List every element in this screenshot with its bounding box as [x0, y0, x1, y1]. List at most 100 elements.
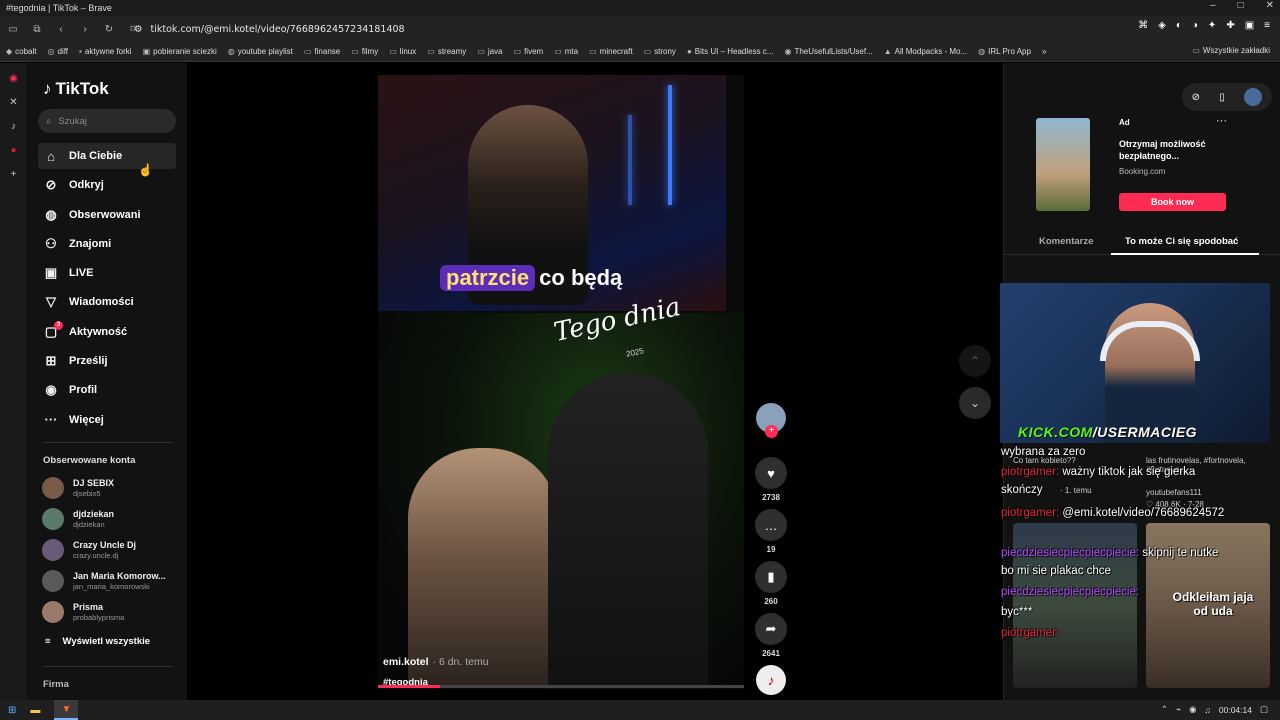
bookmark-item[interactable]: ◎ diff: [48, 47, 69, 56]
minimize-button[interactable]: –: [1210, 0, 1216, 11]
x-twitter-icon[interactable]: ✕: [9, 97, 17, 108]
like-button[interactable]: ♥: [755, 457, 787, 489]
notifications-icon[interactable]: ▢: [1260, 704, 1268, 715]
author-link[interactable]: emi.kotel: [383, 656, 429, 668]
nav-profile[interactable]: ◉ Profil: [38, 377, 176, 403]
folder-icon: ▭: [513, 47, 522, 56]
bookmark-item[interactable]: ▭ finanse: [304, 47, 340, 56]
video-player[interactable]: patrzcie co będą Tego dnia 2025 emi.kote…: [378, 75, 744, 689]
followed-account[interactable]: DJ SEBIX djsebix5: [42, 477, 114, 499]
bookmark-item[interactable]: ▭ mta: [554, 47, 578, 56]
followed-account[interactable]: Prisma probablyprisma: [42, 601, 124, 623]
bookmark-item[interactable]: ▣ pobieranie sciezki: [143, 47, 217, 56]
tiktok-logo[interactable]: ♪ TikTok: [43, 79, 109, 99]
nav-for-you[interactable]: ⌂ Dla Ciebie: [38, 143, 176, 169]
bookmark-item[interactable]: ▭ streamy: [427, 47, 466, 56]
ad-cta-button[interactable]: Book now: [1119, 193, 1226, 211]
file-explorer-icon[interactable]: ▬: [30, 705, 40, 716]
music-disc-avatar[interactable]: ♪: [756, 665, 786, 695]
translate-icon[interactable]: ⌘: [1138, 20, 1148, 31]
all-bookmarks[interactable]: ▭ Wszystkie zakładki: [1192, 46, 1270, 55]
brave-taskbar-icon[interactable]: ▼: [54, 700, 79, 720]
ad-title[interactable]: Otrzymaj możliwość bezpłatnego...: [1119, 138, 1229, 162]
address-bar[interactable]: ⚙ tiktok.com/@emi.kotel/video/7668962457…: [134, 19, 1074, 39]
tiktok-icon[interactable]: ♪: [11, 121, 16, 132]
windows-start-icon[interactable]: ⊞: [8, 705, 16, 716]
brave-rewards-icon[interactable]: ◉: [9, 73, 18, 84]
bookmark-item[interactable]: ▭ strony: [644, 47, 676, 56]
share-count: 2641: [762, 649, 780, 658]
nav-messages[interactable]: ▽ Wiadomości: [38, 289, 176, 315]
maximize-button[interactable]: □: [1238, 0, 1244, 11]
bookmark-item[interactable]: ◍ IRL Pro App: [978, 47, 1031, 56]
reload-icon[interactable]: ↻: [102, 24, 116, 35]
save-button[interactable]: ▮: [755, 561, 787, 593]
show-all-accounts[interactable]: ≡ Wyświetl wszystkie: [45, 636, 150, 647]
forward-icon[interactable]: ›: [78, 24, 92, 35]
extension-icon[interactable]: ◑: [1192, 20, 1198, 31]
suggested-video-user[interactable]: youtubefans111: [1146, 488, 1202, 497]
window-titlebar: #tegodnia | TikTok – Brave – □ ✕: [0, 0, 1280, 16]
wallet-icon[interactable]: ▣: [1245, 20, 1254, 31]
brave-shield-icon[interactable]: ◈: [1158, 20, 1166, 31]
add-panel-icon[interactable]: +: [11, 169, 17, 180]
ad-image[interactable]: [1036, 118, 1090, 211]
followed-account[interactable]: djdziekan djdziekan: [42, 508, 114, 530]
extension-icon[interactable]: ◐: [1176, 20, 1182, 31]
home-icon: ⌂: [47, 148, 55, 164]
volume-icon[interactable]: ♫: [1205, 705, 1211, 715]
bookmark-item[interactable]: ▭ filmy: [351, 47, 378, 56]
ad-more-button[interactable]: ···: [1216, 115, 1227, 127]
creator-avatar[interactable]: +: [756, 403, 786, 438]
tab-suggested[interactable]: To może Ci się spodobać: [1125, 236, 1238, 247]
site-settings-icon[interactable]: ⚙: [134, 24, 143, 35]
bookmark-item[interactable]: ▲ All Modpacks - Mo...: [884, 47, 967, 56]
follow-plus-icon[interactable]: +: [765, 425, 778, 438]
app-tray-icon[interactable]: ◉: [1189, 704, 1196, 715]
bookmark-item[interactable]: ◆ cobalt: [6, 47, 37, 56]
bookmark-item[interactable]: ▭ minecraft: [589, 47, 632, 56]
previous-video-button[interactable]: ⌃: [959, 345, 991, 377]
tab-comments[interactable]: Komentarze: [1039, 236, 1093, 247]
device-icon[interactable]: ▯: [1219, 92, 1225, 103]
share-button[interactable]: ➦: [755, 613, 787, 645]
nav-following[interactable]: ◍ Obserwowani: [38, 202, 176, 228]
close-window-button[interactable]: ✕: [1266, 0, 1274, 11]
nav-more[interactable]: ··· Więcej: [38, 407, 176, 433]
nav-live[interactable]: ▣ LIVE: [38, 260, 176, 286]
globe-icon: ◍: [227, 47, 235, 56]
next-video-button[interactable]: ⌄: [959, 387, 991, 419]
bookmark-item[interactable]: ▭ java: [477, 47, 502, 56]
bookmark-item[interactable]: ◉ TheUsefulLists/Usef...: [784, 47, 872, 56]
nav-upload[interactable]: ⊞ Prześlij: [38, 348, 176, 374]
url-text[interactable]: tiktok.com/@emi.kotel/video/766896245723…: [151, 24, 405, 35]
bookmark-item[interactable]: ▪ aktywne forki: [79, 47, 132, 56]
tray-chevron-icon[interactable]: ⌃: [1161, 704, 1168, 715]
diff-icon: ◎: [47, 47, 55, 56]
followed-account[interactable]: Crazy Uncle Dj crazy.uncle.dj: [42, 539, 136, 561]
user-avatar-icon[interactable]: [1244, 88, 1263, 106]
network-icon[interactable]: ⌁: [1176, 704, 1181, 715]
extensions-puzzle-icon[interactable]: ✚: [1226, 20, 1234, 31]
bookmark-item[interactable]: ◍ youtube playlist: [228, 47, 293, 56]
nav-activity[interactable]: ▢ 3 Aktywność: [38, 319, 176, 345]
nav-friends[interactable]: ⚇ Znajomi: [38, 231, 176, 257]
bookmark-item[interactable]: ▭ linux: [389, 47, 416, 56]
clock[interactable]: 00:04:14: [1219, 705, 1252, 715]
pinned-site-icon[interactable]: ●: [10, 145, 16, 156]
coins-icon[interactable]: ⊘: [1192, 92, 1200, 103]
tabs-icon[interactable]: ⧉: [30, 24, 44, 35]
sidebar-toggle-icon[interactable]: ▭: [6, 24, 20, 35]
video-progress-bar[interactable]: [378, 685, 744, 688]
extension-icon[interactable]: ✦: [1208, 20, 1216, 31]
bookmark-item[interactable]: ▭ fivem: [514, 47, 544, 56]
menu-icon[interactable]: ≡: [1264, 20, 1270, 31]
back-icon[interactable]: ‹: [54, 24, 68, 35]
followed-account[interactable]: Jan Maria Komorow... jan_maria_komorowski: [42, 570, 166, 592]
nav-explore[interactable]: ⊘ Odkryj: [38, 172, 176, 198]
bookmarks-overflow[interactable]: »: [1042, 47, 1046, 56]
bookmark-item[interactable]: ● Bits UI – Headless c...: [687, 47, 774, 56]
footer-company-link[interactable]: Firma: [43, 679, 69, 690]
comment-button[interactable]: …: [755, 509, 787, 541]
search-input[interactable]: ⌕ Szukaj: [38, 109, 176, 133]
